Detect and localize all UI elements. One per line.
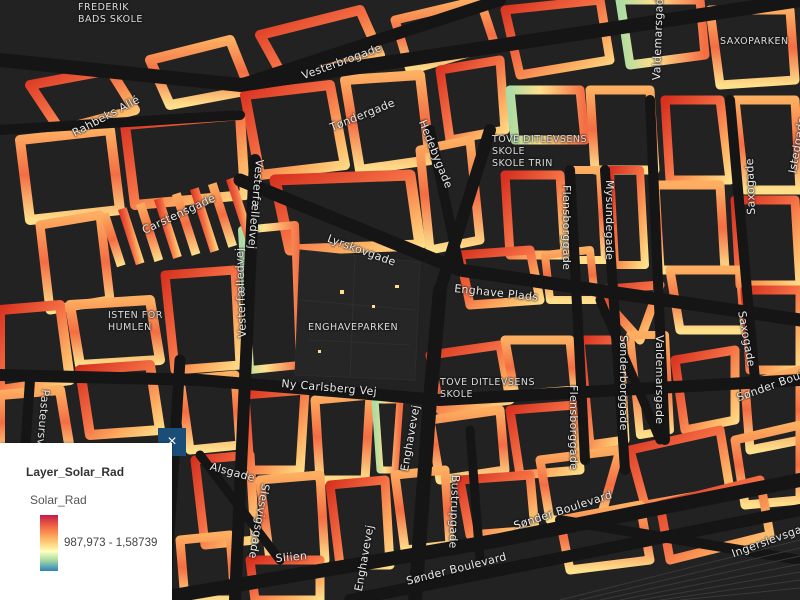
street-label-flensborggade-n: Flensborggade [560, 185, 573, 271]
street-label-bustrupgade: Bustrupgade [446, 474, 462, 549]
street-label-mysundegade: Mysundegade [603, 180, 616, 261]
street-label-flensborggade-s: Flensborggade [567, 385, 580, 471]
legend-color-ramp [40, 515, 58, 571]
legend-layer-title: Layer_Solar_Rad [26, 465, 125, 479]
place-label-isten-for-humlen: ISTEN FOR HUMLEN [108, 310, 163, 333]
legend-panel: Layer_Solar_Rad Solar_Rad 987,973 - 1,58… [0, 443, 172, 600]
legend-field-name: Solar_Rad [30, 493, 87, 507]
place-label-saxoparken: SAXOPARKEN [720, 36, 789, 47]
place-label-frederik-skole: FREDERIK BADS SKOLE [78, 2, 143, 25]
legend-range-label: 987,973 - 1,58739 [64, 537, 158, 549]
place-label-enghaveparken: ENGHAVEPARKEN [308, 322, 399, 333]
street-label-sliien: Sliien [275, 549, 308, 565]
street-label-sonderborggade: Sønderborggade [617, 335, 630, 431]
street-label-saxogade-n: Saxogade [743, 158, 758, 215]
place-label-tove-skole-s: TOVE DITLEVSENS SKOLE [440, 377, 536, 400]
street-label-valdemarsgade-s: Valdemarsgade [653, 335, 666, 425]
place-label-tove-skole-n: TOVE DITLEVSENS SKOLE SKOLE TRIN [492, 134, 588, 169]
